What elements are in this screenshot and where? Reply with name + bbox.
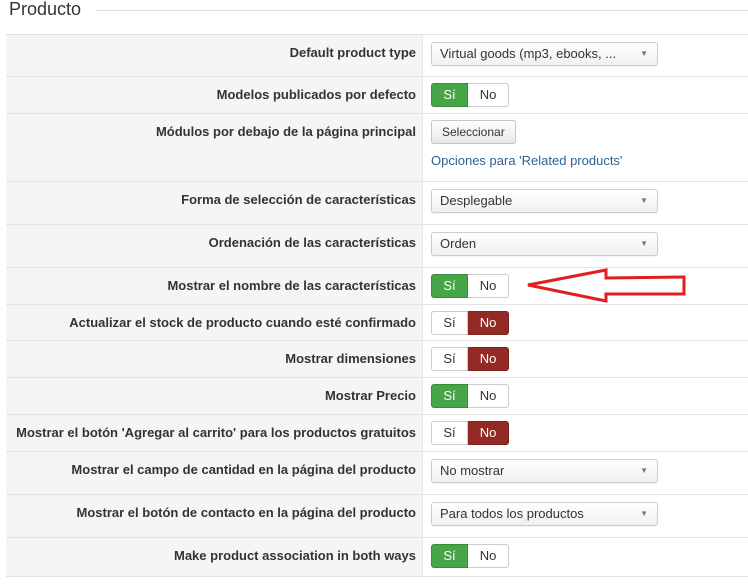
yes-option[interactable]: Sí <box>431 274 468 298</box>
dropdown-caret-icon: ▼ <box>640 49 648 58</box>
yes-option[interactable]: Sí <box>431 347 468 371</box>
legend-divider <box>96 10 748 11</box>
row-label: Mostrar Precio <box>324 388 416 403</box>
section-title: Producto <box>9 0 88 20</box>
ordenacion-select[interactable]: Orden ▼ <box>431 232 658 256</box>
row-label: Modelos publicados por defecto <box>216 87 416 102</box>
row-forma-seleccion: Forma de selección de características De… <box>6 182 748 225</box>
yes-option[interactable]: Sí <box>431 544 468 568</box>
seleccionar-button[interactable]: Seleccionar <box>431 120 516 144</box>
mostrar-dimensiones-toggle: Sí No <box>431 347 509 371</box>
row-modulos-pagina-principal: Módulos por debajo de la página principa… <box>6 114 748 182</box>
row-label: Make product association in both ways <box>174 548 416 563</box>
default-product-type-select[interactable]: Virtual goods (mp3, ebooks, ... ▼ <box>431 42 658 66</box>
settings-form: Default product type Virtual goods (mp3,… <box>6 34 748 577</box>
product-association-toggle: Sí No <box>431 544 509 568</box>
no-option[interactable]: No <box>468 83 509 107</box>
row-agregar-carrito-gratuitos: Mostrar el botón 'Agregar al carrito' pa… <box>6 415 748 452</box>
row-product-association: Make product association in both ways Sí… <box>6 538 748 577</box>
row-label: Mostrar el campo de cantidad en la págin… <box>71 462 416 477</box>
related-products-options-link[interactable]: Opciones para 'Related products' <box>431 153 622 168</box>
row-mostrar-precio: Mostrar Precio Sí No <box>6 378 748 415</box>
actualizar-stock-toggle: Sí No <box>431 311 509 335</box>
dropdown-caret-icon: ▼ <box>640 196 648 205</box>
yes-option[interactable]: Sí <box>431 384 468 408</box>
row-label: Forma de selección de características <box>181 192 416 207</box>
row-label: Mostrar el botón 'Agregar al carrito' pa… <box>16 425 416 440</box>
no-option[interactable]: No <box>468 347 509 371</box>
row-label: Mostrar el nombre de las características <box>167 278 416 293</box>
section-legend: Producto <box>0 0 748 22</box>
campo-cantidad-select[interactable]: No mostrar ▼ <box>431 459 658 483</box>
dropdown-caret-icon: ▼ <box>640 509 648 518</box>
no-option[interactable]: No <box>468 274 509 298</box>
no-option[interactable]: No <box>468 311 509 335</box>
boton-contacto-select[interactable]: Para todos los productos ▼ <box>431 502 658 526</box>
mostrar-nombre-toggle: Sí No <box>431 274 509 298</box>
row-label: Ordenación de las características <box>208 235 416 250</box>
no-option[interactable]: No <box>468 384 509 408</box>
row-label: Actualizar el stock de producto cuando e… <box>69 315 416 330</box>
mostrar-precio-toggle: Sí No <box>431 384 509 408</box>
row-label: Default product type <box>289 45 416 60</box>
no-option[interactable]: No <box>468 421 509 445</box>
row-mostrar-dimensiones: Mostrar dimensiones Sí No <box>6 341 748 378</box>
yes-option[interactable]: Sí <box>431 311 468 335</box>
agregar-carrito-toggle: Sí No <box>431 421 509 445</box>
forma-seleccion-select[interactable]: Desplegable ▼ <box>431 189 658 213</box>
row-campo-cantidad: Mostrar el campo de cantidad en la págin… <box>6 452 748 495</box>
row-label: Módulos por debajo de la página principa… <box>155 124 416 139</box>
yes-option[interactable]: Sí <box>431 83 468 107</box>
dropdown-caret-icon: ▼ <box>640 239 648 248</box>
row-modelos-publicados: Modelos publicados por defecto Sí No <box>6 77 748 114</box>
row-ordenacion: Ordenación de las características Orden ▼ <box>6 225 748 268</box>
yes-option[interactable]: Sí <box>431 421 468 445</box>
no-option[interactable]: No <box>468 544 509 568</box>
row-default-product-type: Default product type Virtual goods (mp3,… <box>6 34 748 77</box>
modelos-publicados-toggle: Sí No <box>431 83 509 107</box>
row-label: Mostrar dimensiones <box>285 351 416 366</box>
row-actualizar-stock: Actualizar el stock de producto cuando e… <box>6 305 748 341</box>
row-label: Mostrar el botón de contacto en la págin… <box>76 505 416 520</box>
row-boton-contacto: Mostrar el botón de contacto en la págin… <box>6 495 748 538</box>
dropdown-caret-icon: ▼ <box>640 466 648 475</box>
red-arrow-icon <box>527 268 686 303</box>
